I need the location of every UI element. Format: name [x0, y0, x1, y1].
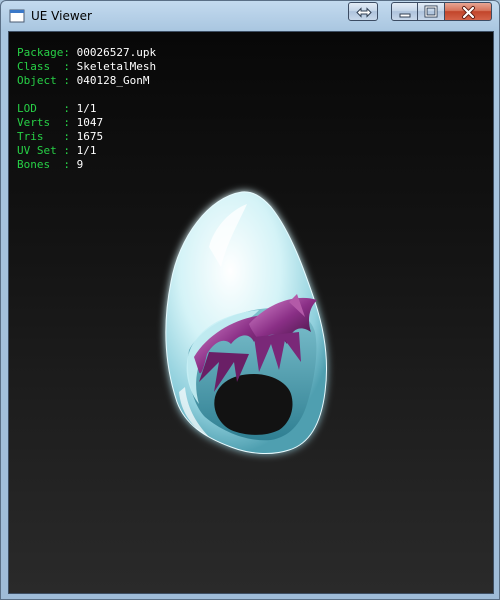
- hood-mesh-render: [165, 191, 327, 455]
- swap-button[interactable]: [348, 2, 378, 21]
- 3d-viewport[interactable]: Package: 00026527.upk Class : SkeletalMe…: [8, 31, 494, 594]
- close-icon: [462, 6, 475, 19]
- minimize-icon: [399, 13, 411, 18]
- maximize-button[interactable]: [418, 2, 445, 21]
- minimize-button[interactable]: [391, 2, 418, 21]
- swap-arrows-icon: [356, 7, 372, 18]
- title-bar[interactable]: UE Viewer: [1, 1, 499, 31]
- close-button[interactable]: [445, 2, 492, 21]
- maximize-icon: [424, 5, 438, 18]
- app-icon: [9, 8, 25, 24]
- app-window: UE Viewer Package: 00026527.upk Class: …: [0, 0, 500, 600]
- window-title: UE Viewer: [31, 9, 92, 23]
